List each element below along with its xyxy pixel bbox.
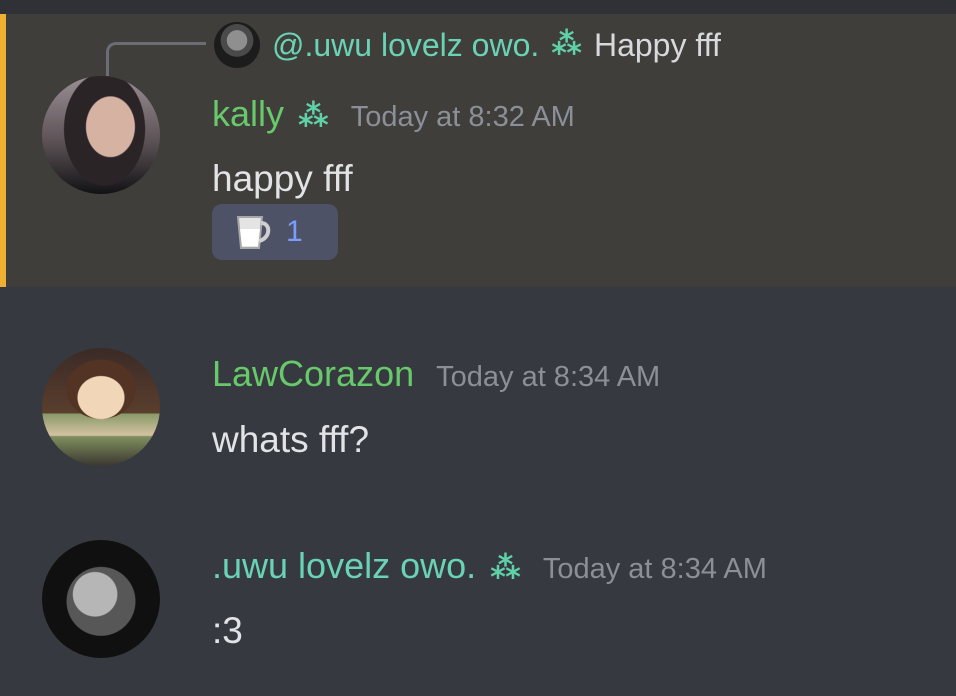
author-badge-icon: ⁂: [298, 100, 329, 133]
reply-message-text[interactable]: Happy fff: [594, 27, 721, 64]
reaction-count: 1: [286, 215, 303, 248]
author-name-lawcorazon[interactable]: LawCorazon: [212, 356, 414, 392]
message-content: whats fff?: [212, 419, 370, 460]
reply-author-badge-icon: ⁂: [551, 28, 582, 61]
pitcher-icon: [236, 216, 271, 249]
message-header-lawcorazon: LawCorazon Today at 8:34 AM: [212, 356, 660, 394]
message-timestamp[interactable]: Today at 8:32 AM: [351, 101, 575, 134]
avatar-kally[interactable]: [42, 76, 160, 194]
chat-message-list: @.uwu lovelz owo. ⁂ Happy fff kally ⁂ To…: [0, 0, 956, 696]
author-name-kally[interactable]: kally: [212, 96, 284, 132]
message-header-uwu: .uwu lovelz owo. ⁂ Today at 8:34 AM: [212, 548, 767, 586]
message-content: :3: [212, 610, 243, 651]
avatar-lawcorazon[interactable]: [42, 348, 160, 466]
reaction-button[interactable]: 1: [212, 204, 338, 260]
reply-avatar[interactable]: [214, 22, 260, 68]
reply-author-name[interactable]: @.uwu lovelz owo.: [272, 27, 539, 64]
message-header-kally: kally ⁂ Today at 8:32 AM: [212, 96, 575, 134]
message-content: happy fff: [212, 158, 353, 199]
author-badge-icon: ⁂: [490, 552, 521, 585]
top-divider: [0, 0, 956, 14]
message-timestamp[interactable]: Today at 8:34 AM: [436, 361, 660, 394]
message-timestamp[interactable]: Today at 8:34 AM: [543, 553, 767, 586]
reply-connector: [106, 42, 206, 76]
avatar-uwu-lovelz-owo[interactable]: [42, 540, 160, 658]
author-name-uwu[interactable]: .uwu lovelz owo.: [212, 548, 476, 584]
reply-preview[interactable]: @.uwu lovelz owo. ⁂ Happy fff: [214, 22, 721, 68]
